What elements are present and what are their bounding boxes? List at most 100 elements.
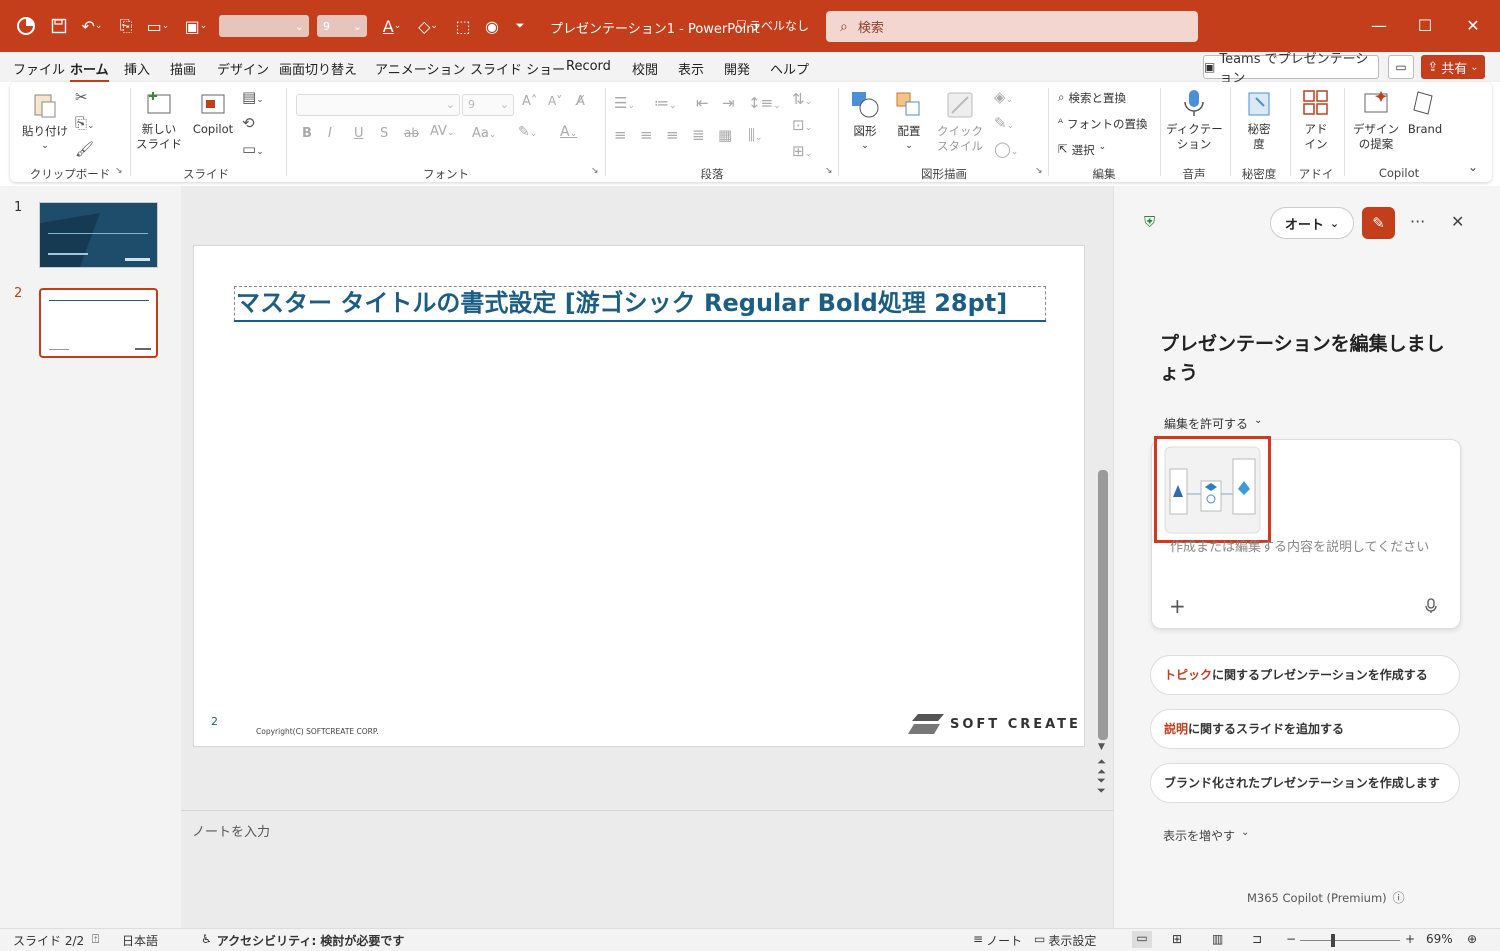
minimize-icon[interactable]: — <box>1364 14 1394 38</box>
attached-image-highlight[interactable] <box>1154 436 1271 543</box>
clear-format-icon[interactable]: A̸ <box>576 94 585 109</box>
reading-view-icon[interactable]: ▥ <box>1212 932 1223 946</box>
align-left-icon[interactable]: ≡ <box>614 126 627 144</box>
language-indicator[interactable]: 日本語 <box>122 932 158 949</box>
save-icon[interactable] <box>46 14 72 38</box>
tab-help[interactable]: ヘルプ <box>770 59 809 78</box>
close-window-icon[interactable]: ✕ <box>1458 14 1488 38</box>
dictate-button[interactable]: ディクテー ション <box>1166 88 1223 152</box>
distributed-icon[interactable]: ▦ <box>718 126 732 144</box>
select-button[interactable]: ⇱ 選択 ⌄ <box>1058 142 1106 158</box>
present-in-teams-button[interactable]: ▣ Teams でプレゼンテーション <box>1203 52 1379 86</box>
prompt-box[interactable]: 作成または編集する内容を説明してください + <box>1151 436 1461 629</box>
shape-outline-icon[interactable]: ✎⌄ <box>994 114 1014 132</box>
notes-pane[interactable]: ノートを入力 <box>181 810 1113 928</box>
sensitivity-label[interactable]: ⛉ ラベルなし <box>737 17 809 34</box>
format-painter-qa-icon[interactable]: ⎘ <box>114 14 138 38</box>
drawing-launcher-icon[interactable]: ↘ <box>1035 166 1043 176</box>
shrink-font-icon[interactable]: A˅ <box>548 94 562 108</box>
section-icon[interactable]: ▭⌄ <box>242 140 264 158</box>
text-direction-icon[interactable]: ⇅⌄ <box>792 90 812 108</box>
numbering-icon[interactable]: ≔⌄ <box>654 94 677 112</box>
new-chat-button[interactable]: ✎ <box>1362 207 1395 239</box>
new-slide-button[interactable]: 新しい スライド <box>136 90 182 152</box>
font-color-qa-icon[interactable]: A ⌄ <box>376 14 408 38</box>
zoom-out-icon[interactable]: − <box>1286 932 1296 946</box>
paste-button[interactable]: 貼り付け ⌄ <box>20 90 70 160</box>
slide-sorter-icon[interactable]: ⊞ <box>1172 932 1182 946</box>
bullets-icon[interactable]: ☰⌄ <box>614 94 635 112</box>
close-pane-icon[interactable]: ✕ <box>1451 212 1464 231</box>
layout-icon[interactable]: ▤⌄ <box>242 88 264 106</box>
copilot-ribbon-button[interactable]: Copilot <box>190 90 236 137</box>
change-case-icon[interactable]: Aa⌄ <box>472 126 496 141</box>
line-spacing-icon[interactable]: ↕≡⌄ <box>748 94 781 112</box>
ribbon-collapse-icon[interactable]: ⌄ <box>1468 160 1478 174</box>
increase-indent-icon[interactable]: ⇥ <box>722 94 735 112</box>
slide-canvas[interactable]: マスター タイトルの書式設定 [游ゴシック Regular Bold処理 28p… <box>193 245 1085 747</box>
grow-font-icon[interactable]: A˄ <box>522 94 537 109</box>
microphone-icon[interactable] <box>1425 598 1437 618</box>
tab-slideshow[interactable]: スライド ショー <box>470 59 565 78</box>
search-input[interactable]: ⌕ 検索 <box>826 11 1198 42</box>
columns-icon[interactable]: ⫼⌄ <box>748 126 762 144</box>
more-options-icon[interactable]: ··· <box>1410 212 1425 231</box>
customize-qa-icon[interactable]: ⏷ <box>510 14 530 38</box>
slide-title[interactable]: マスター タイトルの書式設定 [游ゴシック Regular Bold処理 28p… <box>234 286 1046 321</box>
design-ideas-button[interactable]: デザイン の提案 <box>1350 88 1402 152</box>
notes-toggle[interactable]: ≡ ノート <box>973 932 1022 949</box>
align-text-icon[interactable]: ⊡⌄ <box>792 116 812 134</box>
font-launcher-icon[interactable]: ↘ <box>591 166 599 176</box>
accessibility-status[interactable]: ♿ アクセシビリティ: 検討が必要です <box>201 932 404 949</box>
font-size-qa-box[interactable]: 9 ⌄ <box>317 15 367 37</box>
suggestion-chip-3[interactable]: ブランド化されたプレゼンテーションを作成します <box>1150 763 1460 803</box>
show-more-button[interactable]: 表示を増やす ⌄ <box>1163 827 1249 844</box>
underline-icon[interactable]: U <box>354 126 364 141</box>
slideshow-view-icon[interactable]: ⊐ <box>1252 932 1262 946</box>
shape-effects-icon[interactable]: ◯⌄ <box>994 140 1018 158</box>
zoom-level[interactable]: 69% <box>1426 932 1453 946</box>
zoom-slider[interactable] <box>1300 940 1400 941</box>
char-spacing-icon[interactable]: AV⌄ <box>430 124 455 139</box>
comments-button[interactable]: ▭ <box>1388 55 1414 79</box>
record-qa-icon[interactable]: ◉ <box>480 14 504 38</box>
tab-developer[interactable]: 開発 <box>724 59 750 78</box>
decrease-indent-icon[interactable]: ⇤ <box>696 94 709 112</box>
next-slide-icon[interactable]: ⏷ ⏷ <box>1097 775 1106 796</box>
tab-home[interactable]: ホーム <box>70 59 109 83</box>
layout-qa-icon[interactable]: ▭ ⌄ <box>142 14 174 38</box>
spell-check-icon[interactable]: ⍐ <box>92 932 99 947</box>
tab-review[interactable]: 校閲 <box>632 59 658 78</box>
format-painter-icon[interactable]: 🖌 <box>75 140 94 158</box>
display-settings[interactable]: ▭ 表示設定 <box>1034 932 1096 949</box>
shapes-button[interactable]: 図形 ⌄ <box>844 90 886 154</box>
share-button[interactable]: ⇪ 共有 ⌄ <box>1421 55 1485 79</box>
select-pane-qa-icon[interactable]: ⬚ <box>450 14 476 38</box>
cut-icon[interactable]: ✂ <box>75 88 88 106</box>
tab-draw[interactable]: 描画 <box>170 59 196 78</box>
mode-select[interactable]: オート ⌄ <box>1270 207 1354 239</box>
italic-icon[interactable]: I <box>328 126 332 141</box>
shape-fill-icon[interactable]: ◈⌄ <box>994 88 1013 106</box>
add-attachment-icon[interactable]: + <box>1169 594 1186 618</box>
justify-icon[interactable]: ≣ <box>692 126 705 144</box>
slide-thumbnail-2[interactable] <box>39 288 158 358</box>
font-size-select[interactable]: 9 ⌄ <box>462 94 514 116</box>
smartart-icon[interactable]: ⊞⌄ <box>792 142 812 160</box>
quick-styles-button[interactable]: クイック スタイル <box>934 90 986 154</box>
font-replace-button[interactable]: ᴬ フォントの置換 <box>1058 116 1147 132</box>
undo-icon[interactable]: ↶ ⌄ <box>76 14 108 38</box>
reset-qa-icon[interactable]: ▣ ⌄ <box>180 14 212 38</box>
sensitivity-button[interactable]: 秘密 度 <box>1236 88 1282 152</box>
zoom-slider-thumb[interactable] <box>1331 934 1335 947</box>
paragraph-launcher-icon[interactable]: ↘ <box>825 166 833 176</box>
shapes-qa-icon[interactable]: ◇ ⌄ <box>412 14 444 38</box>
strikethrough-icon[interactable]: ab <box>404 126 419 140</box>
find-replace-button[interactable]: ⌕ 検索と置換 <box>1058 90 1126 106</box>
tab-file[interactable]: ファイル <box>13 59 65 78</box>
tab-record[interactable]: Record <box>566 59 611 74</box>
zoom-in-icon[interactable]: + <box>1405 932 1415 946</box>
tab-animations[interactable]: アニメーション <box>375 59 465 78</box>
permission-dropdown[interactable]: 編集を許可する ⌄ <box>1164 415 1262 432</box>
align-center-icon[interactable]: ≡ <box>640 126 653 144</box>
